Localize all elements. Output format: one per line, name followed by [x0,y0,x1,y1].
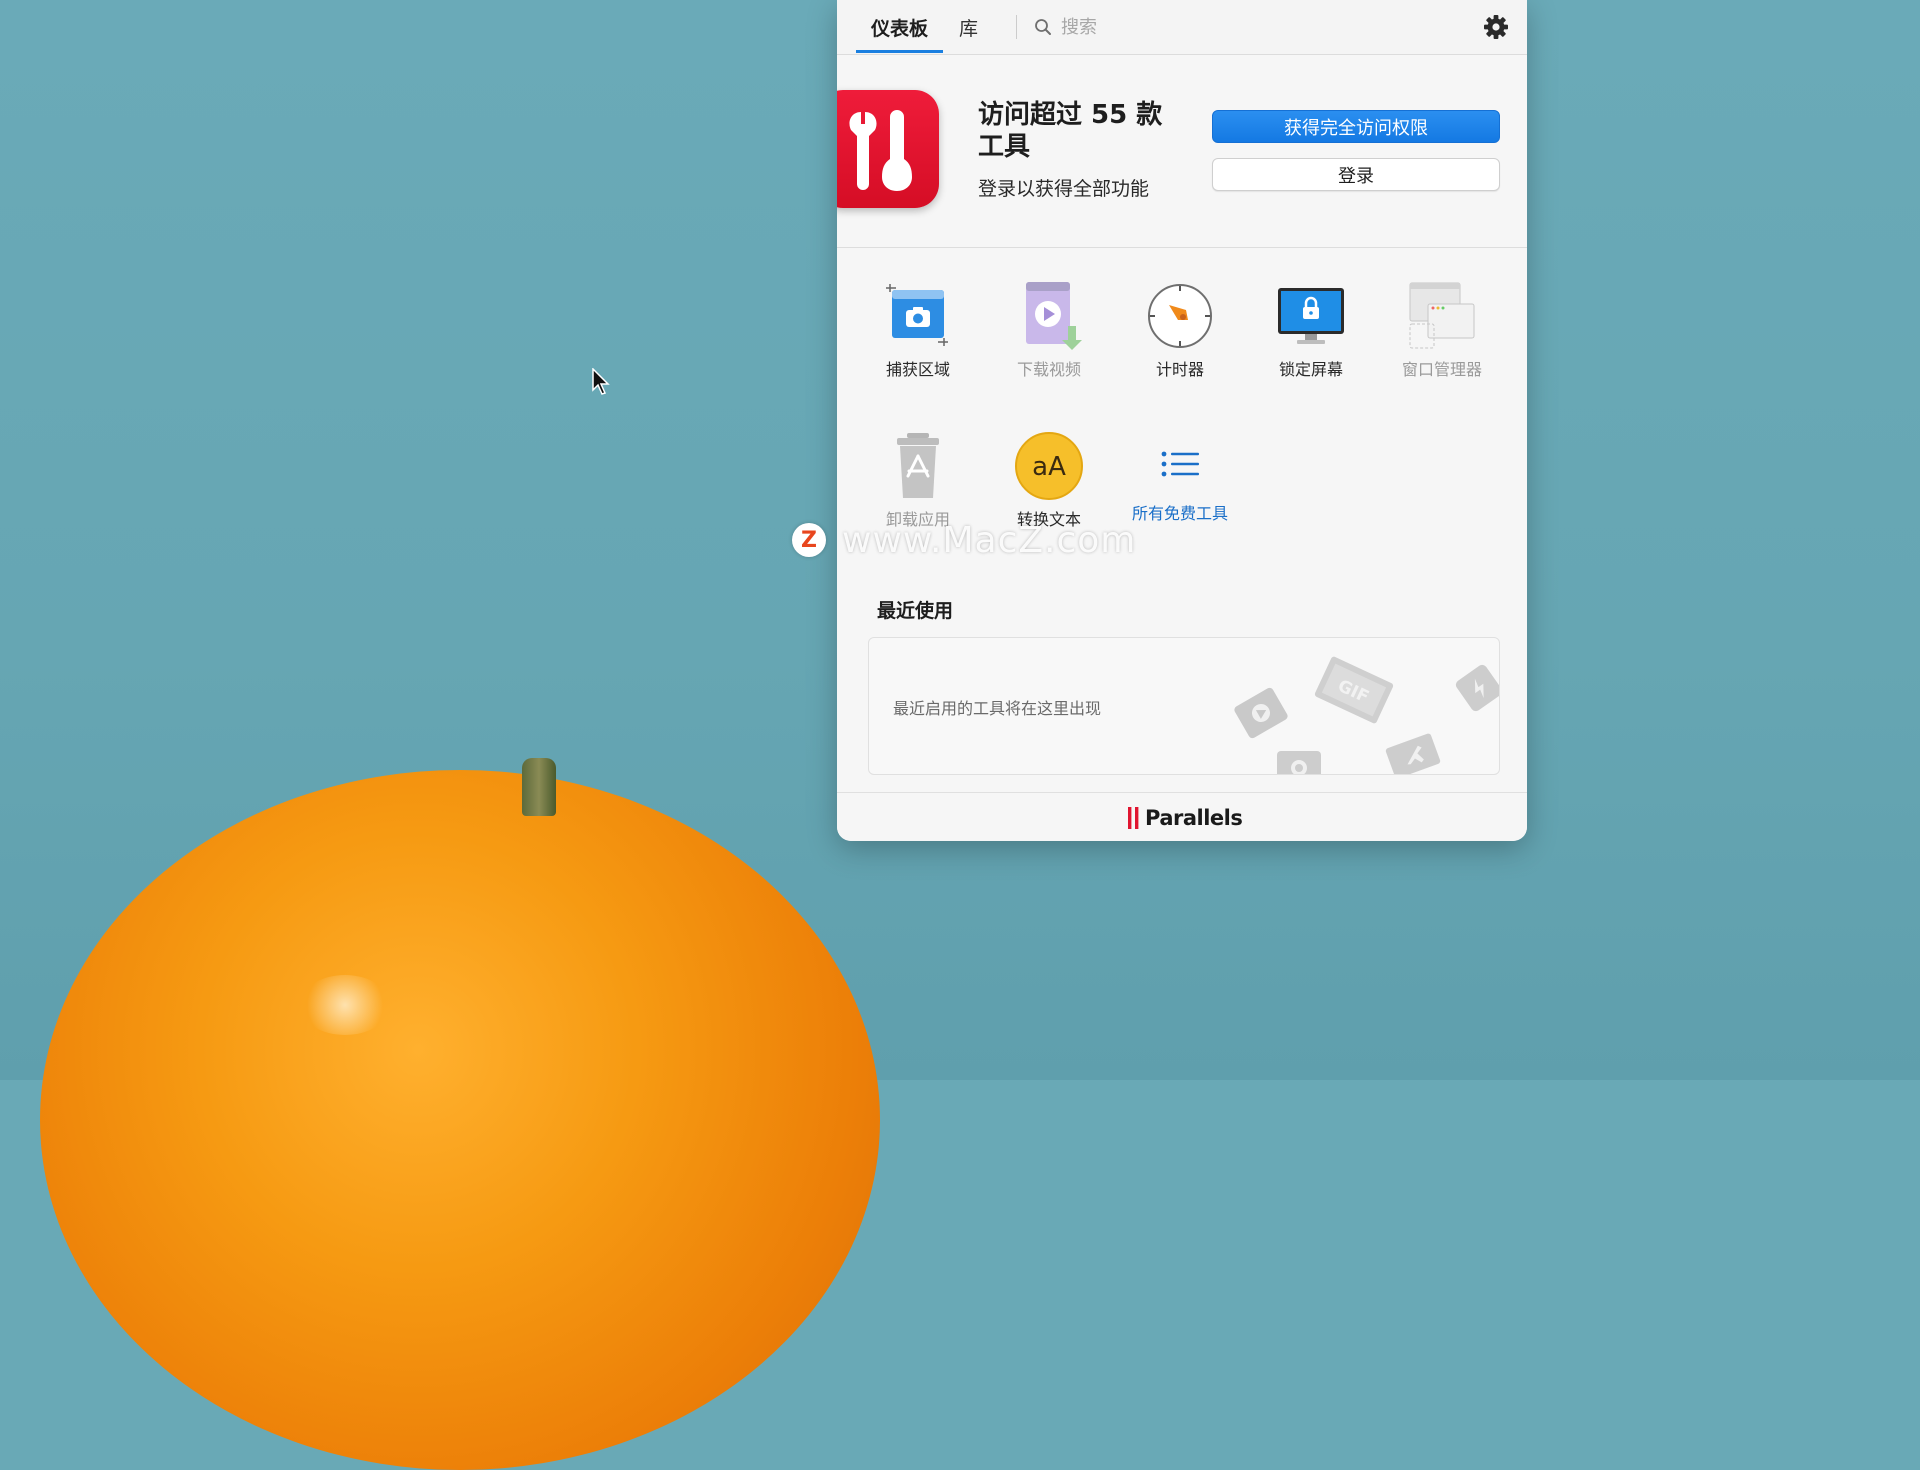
active-tab-indicator [856,50,943,53]
lock-screen-icon [1278,288,1344,344]
tab-dashboard[interactable]: 仪表板 [871,14,928,41]
tool-window-manager[interactable]: 窗口管理器 [1377,280,1507,379]
tool-label: 计时器 [1155,360,1204,379]
top-bar: 仪表板 库 [837,0,1527,55]
parallels-brand-text: Parallels [1145,806,1243,830]
tools-icon [849,110,912,191]
login-button[interactable]: 登录 [1212,158,1500,191]
tool-uninstall-app[interactable]: 卸载应用 [853,430,983,529]
orange-wallpaper [40,770,880,1470]
get-full-access-button[interactable]: 获得完全访问权限 [1212,110,1500,143]
tool-capture-area[interactable]: 捕获区域 [853,280,983,379]
orange-stem [522,758,556,816]
recent-section-title: 最近使用 [877,600,954,622]
hero-subtitle: 登录以获得全部功能 [978,178,1150,200]
tool-all-free-tools[interactable]: 所有免费工具 [1115,430,1245,523]
tool-label: 所有免费工具 [1132,504,1229,523]
tool-convert-text[interactable]: aA 转换文本 [984,430,1114,529]
search-input[interactable] [1059,12,1363,42]
search-icon [1035,19,1051,35]
uninstall-app-icon [897,433,939,498]
tool-lock-screen[interactable]: 锁定屏幕 [1246,280,1376,379]
gear-icon[interactable] [1482,13,1510,41]
download-video-icon [1026,282,1082,350]
hero-title: 访问超过 55 款工具 [978,100,1163,162]
orange-highlight [300,975,390,1035]
tool-timer[interactable]: 计时器 [1115,280,1245,379]
footer: Parallels [837,792,1527,841]
tool-download-video[interactable]: 下载视频 [984,280,1114,379]
mouse-cursor-icon [592,368,610,395]
window-manager-icon [1409,282,1475,349]
recent-empty-message: 最近启用的工具将在这里出现 [893,699,1102,718]
parallels-bars-icon [1128,807,1139,829]
watermark-badge: Z [792,523,826,557]
tool-label: 窗口管理器 [1401,360,1482,379]
watermark-text: www.MacZ.com [842,520,1137,561]
list-icon [1161,451,1199,477]
timer-icon [1148,284,1212,348]
convert-text-icon: aA [1015,432,1083,500]
convert-text-icon-label: aA [1032,452,1066,482]
toolbox-panel: 仪表板 库 搜索 访问超过 55 款工具 登录以获得全部功能 获得完全访问权限 … [837,0,1527,841]
tab-library[interactable]: 库 [959,14,978,41]
tool-label: 捕获区域 [885,360,950,379]
recent-tools-box: 最近启用的工具将在这里出现 GIF [868,637,1500,775]
capture-area-icon [886,284,948,346]
parallels-logo[interactable]: Parallels [1127,805,1243,831]
watermark: Z www.MacZ.com [792,520,1135,562]
recent-decor-icons: GIF [1234,656,1499,774]
tool-label: 下载视频 [1016,360,1081,379]
app-logo [837,90,939,208]
tool-label: 锁定屏幕 [1278,360,1343,379]
tab-divider [1016,15,1017,39]
hero-section: 访问超过 55 款工具 登录以获得全部功能 获得完全访问权限 登录 [837,55,1527,248]
